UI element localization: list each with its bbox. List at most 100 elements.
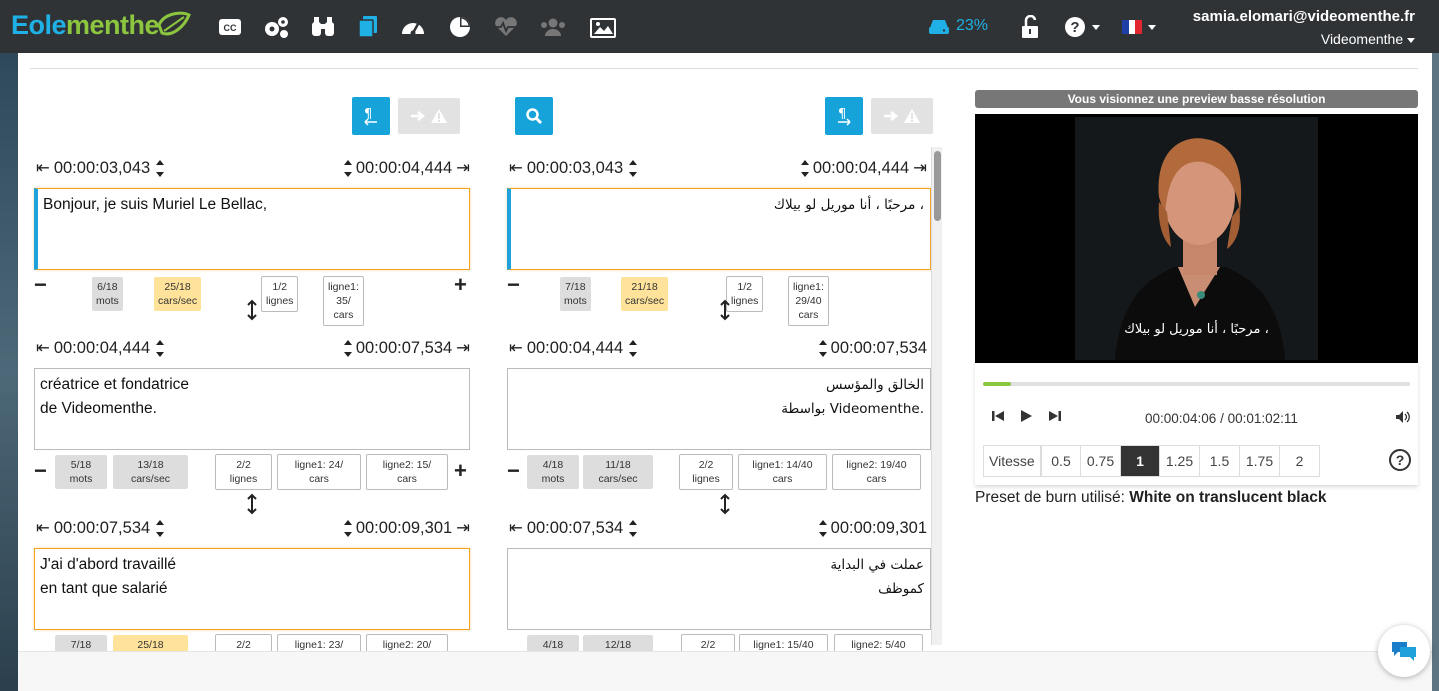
unlock-icon[interactable] (1015, 14, 1045, 40)
settings-icon[interactable] (261, 14, 291, 40)
end-timecode[interactable]: 00:00:07,534 (817, 335, 927, 361)
subtitle-line: de Videomenthe. (40, 400, 157, 417)
timecode-stepper[interactable] (800, 159, 809, 177)
files-icon[interactable] (353, 14, 383, 40)
start-time-value: 00:00:03,043 (53, 158, 151, 177)
minus-button[interactable]: − (34, 274, 47, 296)
timecode-stepper[interactable] (156, 519, 165, 537)
video-subtitle-overlay: ، مرحبًا ، أنا موريل لو بيلاك (1124, 322, 1269, 337)
resize-handle-icon[interactable] (247, 299, 257, 321)
plus-button[interactable]: + (454, 274, 467, 296)
logo[interactable]: Eolementhe (11, 10, 191, 41)
sync-warning-button-rtl[interactable] (871, 98, 933, 134)
timecode-stepper[interactable] (629, 339, 638, 357)
timecode-stepper[interactable] (629, 159, 638, 177)
end-timecode[interactable]: 00:00:04,444 ⇥ (342, 155, 470, 181)
cc-icon[interactable]: CC (215, 14, 245, 40)
subtitle-text-field[interactable]: الخالق والمؤسس .Videomenthe بواسطة (507, 368, 931, 450)
timecode-row: ⇤ 00:00:03,043 00:00:04,444 ⇥ (509, 155, 927, 181)
paragraph-rtl-button[interactable]: ¶ (825, 97, 863, 135)
speed-option[interactable]: 1.75 (1239, 445, 1280, 477)
plus-button[interactable]: + (454, 460, 467, 482)
line1-badge: ligne1: 29/40 cars (788, 276, 829, 326)
user-menu[interactable]: samia.elomari@videomenthe.fr Videomenthe (1193, 8, 1415, 47)
resize-handle-icon[interactable] (720, 299, 730, 321)
end-timecode[interactable]: 00:00:07,534 ⇥ (342, 335, 470, 361)
start-timecode[interactable]: ⇤ 00:00:04,444 (36, 335, 165, 361)
play-icon[interactable] (1018, 408, 1034, 424)
timecode-stepper[interactable] (818, 339, 827, 357)
subtitle-scrollbar[interactable] (931, 147, 942, 645)
timecode-stepper[interactable] (343, 519, 352, 537)
help-menu[interactable]: ? (1060, 14, 1104, 40)
pie-chart-icon[interactable] (445, 14, 475, 40)
chat-button[interactable] (1378, 625, 1430, 677)
volume-icon[interactable] (1395, 410, 1411, 424)
badge-line: ligne1: 14/40 (752, 459, 813, 471)
timecode-stepper[interactable] (343, 159, 352, 177)
video-preview[interactable]: ، مرحبًا ، أنا موريل لو بيلاك (975, 114, 1418, 363)
chat-bubbles-icon (1392, 642, 1416, 661)
subtitle-text-field[interactable]: créatrice et fondatrice de Videomenthe. (34, 368, 470, 450)
preset-value: White on translucent black (1129, 489, 1327, 506)
jump-start-icon[interactable]: ⇤ (36, 158, 50, 178)
speed-option[interactable]: 0.75 (1080, 445, 1121, 477)
speed-option[interactable]: 1.5 (1199, 445, 1240, 477)
jump-start-icon[interactable]: ⇤ (36, 338, 50, 358)
warning-icon (431, 109, 447, 123)
minus-button[interactable]: − (507, 460, 520, 482)
jump-end-icon[interactable]: ⇥ (456, 338, 470, 358)
start-timecode[interactable]: ⇤ 00:00:03,043 (509, 155, 638, 181)
end-timecode[interactable]: 00:00:04,444 ⇥ (799, 155, 927, 181)
paragraph-ltr-button[interactable]: ¶ (352, 97, 390, 135)
minus-button[interactable]: − (507, 274, 520, 296)
speed-option[interactable]: 0.5 (1041, 445, 1081, 477)
badge-line: mots (69, 473, 93, 485)
timecode-stepper[interactable] (818, 519, 827, 537)
skip-forward-icon[interactable] (1048, 409, 1062, 423)
timecode-stepper[interactable] (629, 519, 638, 537)
language-menu[interactable] (1118, 14, 1160, 40)
resize-handle-icon[interactable] (247, 493, 257, 515)
sync-warning-button[interactable] (398, 98, 460, 134)
minus-button[interactable]: − (34, 460, 47, 482)
timecode-stepper[interactable] (156, 159, 165, 177)
progress-bar[interactable] (983, 382, 1410, 386)
jump-end-icon[interactable]: ⇥ (456, 158, 470, 178)
speed-option[interactable]: 1.25 (1159, 445, 1200, 477)
subtitle-text-field[interactable]: عملت في البداية كموظف (507, 548, 931, 630)
scrollbar-thumb[interactable] (934, 151, 941, 221)
badge-line: 5/18 (70, 459, 92, 471)
end-timecode[interactable]: 00:00:09,301 (817, 515, 927, 541)
resize-handle-icon[interactable] (720, 493, 730, 515)
dashboard-icon[interactable] (398, 14, 428, 40)
timecode-row: ⇤ 00:00:04,444 00:00:07,534 (509, 335, 927, 361)
speed-option[interactable]: 2 (1279, 445, 1320, 477)
jump-end-icon[interactable]: ⇥ (913, 158, 927, 178)
image-icon[interactable] (588, 14, 618, 40)
jump-start-icon[interactable]: ⇤ (509, 518, 523, 538)
speed-option-selected[interactable]: 1 (1120, 445, 1160, 477)
binoculars-icon[interactable] (308, 14, 338, 40)
start-timecode[interactable]: ⇤ 00:00:07,534 (509, 515, 638, 541)
help-icon[interactable]: ? (1389, 449, 1411, 471)
search-button[interactable] (515, 97, 553, 135)
start-timecode[interactable]: ⇤ 00:00:07,534 (36, 515, 165, 541)
start-timecode[interactable]: ⇤ 00:00:03,043 (36, 155, 165, 181)
subtitle-text-field[interactable]: ، مرحبًا ، أنا موريل لو بيلاك (507, 188, 931, 270)
end-timecode[interactable]: 00:00:09,301 ⇥ (342, 515, 470, 541)
timecode-stepper[interactable] (343, 339, 352, 357)
skip-back-icon[interactable] (991, 409, 1005, 423)
timecode-stepper[interactable] (156, 339, 165, 357)
users-icon[interactable] (538, 14, 568, 40)
words-badge: 4/18 mots (527, 455, 579, 489)
jump-start-icon[interactable]: ⇤ (36, 518, 50, 538)
subtitle-text-field[interactable]: Bonjour, je suis Muriel Le Bellac, (34, 188, 470, 270)
subtitle-text-field[interactable]: J'ai d'abord travaillé en tant que salar… (34, 548, 470, 630)
lines-badge: 2/2 lignes (679, 454, 733, 490)
jump-start-icon[interactable]: ⇤ (509, 338, 523, 358)
jump-end-icon[interactable]: ⇥ (456, 518, 470, 538)
heartbeat-icon[interactable] (491, 14, 521, 40)
jump-start-icon[interactable]: ⇤ (509, 158, 523, 178)
start-timecode[interactable]: ⇤ 00:00:04,444 (509, 335, 638, 361)
